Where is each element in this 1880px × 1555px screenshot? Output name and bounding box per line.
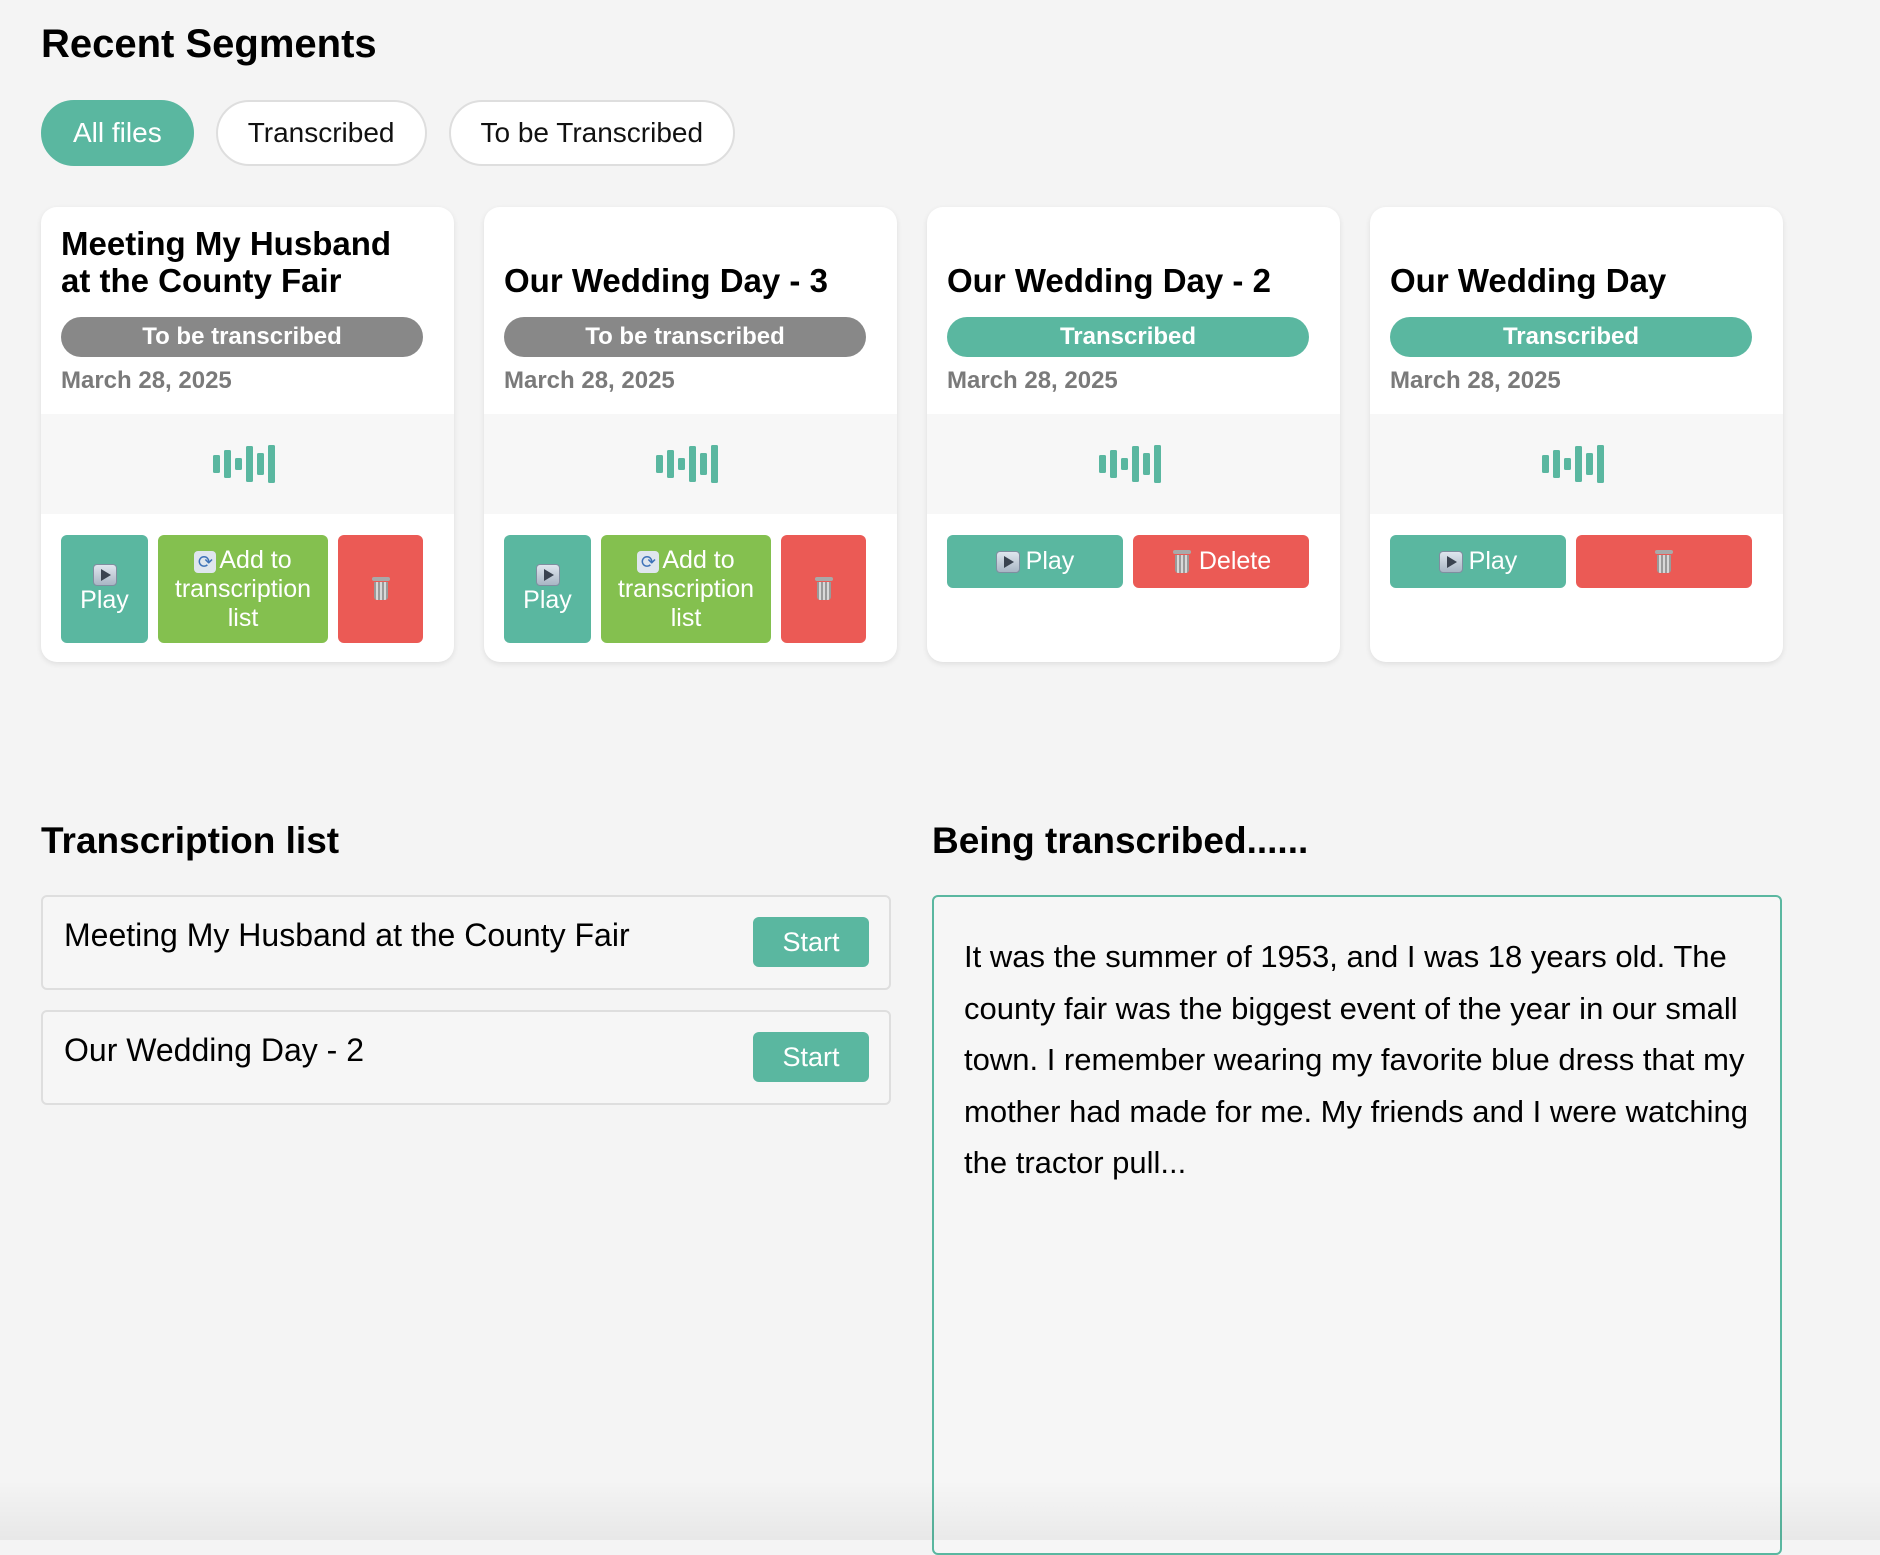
play-label: Play <box>523 585 572 614</box>
refresh-icon: ⟳ <box>194 550 217 573</box>
waveform-icon <box>212 445 275 483</box>
card-date: March 28, 2025 <box>61 367 232 394</box>
status-badge: To be transcribed <box>61 317 423 357</box>
play-button[interactable]: Play <box>947 535 1123 588</box>
transcription-list-item: Meeting My Husband at the County Fair St… <box>41 895 891 990</box>
waveform-area <box>927 414 1340 514</box>
trash-icon <box>813 577 835 601</box>
delete-button[interactable]: Delete <box>1133 535 1309 588</box>
play-button[interactable]: Play <box>504 535 591 643</box>
waveform-area <box>1370 414 1783 514</box>
delete-button[interactable] <box>1576 535 1752 588</box>
play-icon <box>1438 550 1463 573</box>
transcription-item-name: Our Wedding Day - 2 <box>64 1032 364 1068</box>
filter-to-be-transcribed[interactable]: To be Transcribed <box>448 100 736 166</box>
segment-card: Our Wedding Day Transcribed March 28, 20… <box>1370 207 1783 662</box>
waveform-icon <box>1098 445 1161 483</box>
status-badge: To be transcribed <box>504 317 866 357</box>
segment-card: Our Wedding Day - 3 To be transcribed Ma… <box>484 207 897 662</box>
refresh-icon: ⟳ <box>637 550 660 573</box>
card-date: March 28, 2025 <box>504 367 675 394</box>
add-to-transcription-list-button[interactable]: ⟳ Add to transcription list <box>601 535 771 643</box>
trash-icon <box>1653 549 1675 574</box>
page-title: Recent Segments <box>41 22 377 66</box>
transcript-text-area[interactable]: It was the summer of 1953, and I was 18 … <box>932 895 1782 1555</box>
play-icon <box>92 563 117 586</box>
waveform-area <box>484 414 897 514</box>
play-label: Play <box>80 585 129 614</box>
segment-card: Meeting My Husband at the County Fair To… <box>41 207 454 662</box>
add-to-transcription-list-button[interactable]: ⟳ Add to transcription list <box>158 535 328 643</box>
waveform-icon <box>655 445 718 483</box>
waveform-icon <box>1541 445 1604 483</box>
status-badge: Transcribed <box>947 317 1309 357</box>
add-label: ⟳ Add to transcription list <box>174 545 312 632</box>
delete-button[interactable] <box>781 535 866 643</box>
start-button[interactable]: Start <box>753 917 869 967</box>
card-title: Our Wedding Day - 3 <box>504 262 828 299</box>
play-button[interactable]: Play <box>61 535 148 643</box>
transcription-list-title: Transcription list <box>41 820 340 861</box>
segment-card: Our Wedding Day - 2 Transcribed March 28… <box>927 207 1340 662</box>
play-button[interactable]: Play <box>1390 535 1566 588</box>
filter-all-files[interactable]: All files <box>41 100 194 166</box>
filter-tabs: All files Transcribed To be Transcribed <box>41 100 736 166</box>
card-title: Our Wedding Day - 2 <box>947 262 1271 299</box>
play-label: Play <box>1468 547 1518 575</box>
add-label: ⟳ Add to transcription list <box>617 545 755 632</box>
card-title: Meeting My Husband at the County Fair <box>61 225 392 299</box>
card-title: Our Wedding Day <box>1390 262 1667 299</box>
waveform-area <box>41 414 454 514</box>
delete-label: Delete <box>1198 547 1272 575</box>
delete-button[interactable] <box>338 535 423 643</box>
start-button[interactable]: Start <box>753 1032 869 1082</box>
card-date: March 28, 2025 <box>1390 367 1561 394</box>
play-icon <box>995 550 1020 573</box>
trash-icon <box>370 577 392 601</box>
transcription-list-item: Our Wedding Day - 2 Start <box>41 1010 891 1105</box>
card-date: March 28, 2025 <box>947 367 1118 394</box>
play-icon <box>535 563 560 586</box>
filter-transcribed[interactable]: Transcribed <box>215 100 427 166</box>
being-transcribed-title: Being transcribed...... <box>932 820 1309 861</box>
status-badge: Transcribed <box>1390 317 1752 357</box>
play-label: Play <box>1025 547 1075 575</box>
transcription-item-name: Meeting My Husband at the County Fair <box>64 917 630 953</box>
trash-icon <box>1171 549 1193 574</box>
